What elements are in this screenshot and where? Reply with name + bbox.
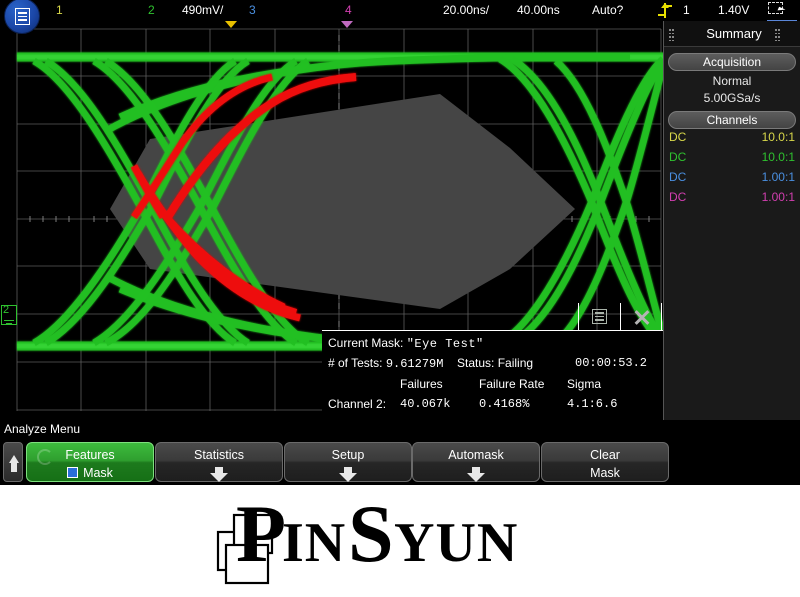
drag-handle-icon[interactable] [668,27,673,41]
acquisition-header[interactable]: Acquisition [668,53,796,71]
status-bar: 1 2 490mV/ 3 4 20.00ns/ 40.00ns Auto? 1 … [0,0,800,34]
up-arrow-stem [11,463,17,472]
summary-sidebar: Summary Acquisition Normal 5.00GSa/s Cha… [663,21,800,420]
elapsed-time-value: 00:00:53.2 [575,356,648,370]
channel-coupling: DC [669,190,687,204]
logo-letter-p: P [236,488,286,579]
ground-symbol-bar1 [4,319,14,321]
channels-header[interactable]: Channels [668,111,796,129]
chevron-down-icon [210,467,228,482]
channel-4-indicator[interactable]: 4 [345,0,352,21]
channel-summary-row[interactable]: DC 1.00:1 [664,189,800,209]
status-label: Status: [457,356,495,370]
horizontal-delay-value[interactable]: 40.00ns [517,0,560,21]
current-mask-value: "Eye Test" [406,337,484,351]
softkey-label-line1: Features [65,448,115,462]
ground-symbol-bar2 [6,322,12,324]
results-panel-controls [578,303,663,330]
test-count-label: # of Tests: [328,356,383,370]
column-header-failure-rate: Failure Rate [479,377,545,391]
status-row: Status: Failing [457,356,533,370]
current-mask-label: Current Mask: [328,336,404,350]
status-value: Failing [497,356,534,370]
softkey-automask[interactable]: Automask [412,442,540,482]
acquisition-mode-value: Normal [712,74,752,88]
trigger-source-value[interactable]: 1 [683,0,690,21]
current-mask-row: Current Mask: "Eye Test" [328,336,484,351]
results-close-button[interactable] [620,303,662,330]
channel-summary-row[interactable]: DC 10.0:1 [664,129,800,149]
softkey-label-line1: Automask [448,448,504,462]
channel-coupling: DC [669,150,687,164]
chevron-down-icon [339,467,357,482]
trigger-marker-ch4[interactable] [341,21,353,28]
channel-summary-row[interactable]: DC 10.0:1 [664,149,800,169]
channel-attenuation: 10.0:1 [761,150,795,164]
selection-cursor-icon[interactable] [768,2,788,18]
oscilloscope-display: 2 1 2 490mV/ 3 4 20.00ns/ 40.00ns Auto? … [0,0,800,420]
channel-2-indicator[interactable]: 2 [148,0,155,21]
sidebar-title-bar[interactable]: Summary [664,21,800,47]
logo-letters-yun: YUN [394,512,518,574]
drag-handle-icon[interactable] [774,27,779,41]
logo-area: P IN S YUN [0,485,800,597]
channel-summary-row[interactable]: DC 1.00:1 [664,169,800,189]
logo-letter-s: S [348,488,394,579]
logo-letters-in: IN [282,512,346,574]
test-count-row: # of Tests: 9.61279M [328,356,443,371]
menu-title-bar: Analyze Menu [0,420,800,439]
mask-checkbox-icon[interactable] [67,467,79,478]
column-header-sigma: Sigma [567,377,602,391]
column-header-failures: Failures [400,377,443,391]
channel-attenuation: 1.00:1 [761,170,795,184]
sidebar-title: Summary [706,26,762,41]
softkey-bar: Features Mask Statistics Setup Automask … [0,439,800,485]
mask-test-results-panel: Current Mask: "Eye Test" # of Tests: 9.6… [322,330,663,420]
test-count-value: 9.61279M [385,357,444,371]
timebase-value[interactable]: 20.00ns/ [443,0,489,21]
results-failures-value: 40.067k [400,397,451,411]
trigger-mode-value[interactable]: Auto? [592,0,623,21]
channel-3-indicator[interactable]: 3 [249,0,256,21]
channel2-ground-marker[interactable]: 2 [1,305,17,325]
chevron-down-icon [467,467,485,482]
up-arrow-icon [9,455,19,463]
softkey-label-line1: Clear [590,448,620,462]
trigger-level-value[interactable]: 1.40V [718,0,749,21]
close-x-icon [633,308,651,326]
results-row-label: Channel 2: [328,397,387,411]
channel-attenuation: 1.00:1 [761,190,795,204]
softkey-features[interactable]: Features Mask [26,442,154,482]
channel-coupling: DC [669,130,687,144]
pinsyun-logo: P IN S YUN [216,488,518,585]
softkey-label-line1: Statistics [193,448,244,462]
panel-menu-icon [592,309,607,324]
softkey-setup[interactable]: Setup [284,442,412,482]
results-failure-rate-value: 0.4168% [479,397,530,411]
results-menu-button[interactable] [578,303,620,330]
softkey-clear-mask[interactable]: Clear Mask [541,442,669,482]
results-sigma-value: 4.1:6.6 [567,397,618,411]
channel-attenuation: 10.0:1 [761,130,795,144]
channel-coupling: DC [669,170,687,184]
softkey-label-line2: Mask [590,466,620,480]
trigger-marker-ch1[interactable] [225,21,237,28]
softkey-label-line1: Setup [331,448,365,462]
rising-edge-icon[interactable] [658,3,672,18]
sample-rate-value: 5.00GSa/s [703,91,761,105]
channel-1-indicator[interactable]: 1 [56,0,63,21]
softkey-statistics[interactable]: Statistics [155,442,283,482]
channel-2-volts-per-div[interactable]: 490mV/ [182,0,223,21]
menu-back-button[interactable] [3,442,23,482]
menu-title: Analyze Menu [4,422,81,436]
ground-marker-label: 2 [3,304,10,316]
softkey-label-line2: Mask [27,466,153,480]
document-menu-icon [15,8,30,25]
scope-screenshot: 2 1 2 490mV/ 3 4 20.00ns/ 40.00ns Auto? … [0,0,800,597]
